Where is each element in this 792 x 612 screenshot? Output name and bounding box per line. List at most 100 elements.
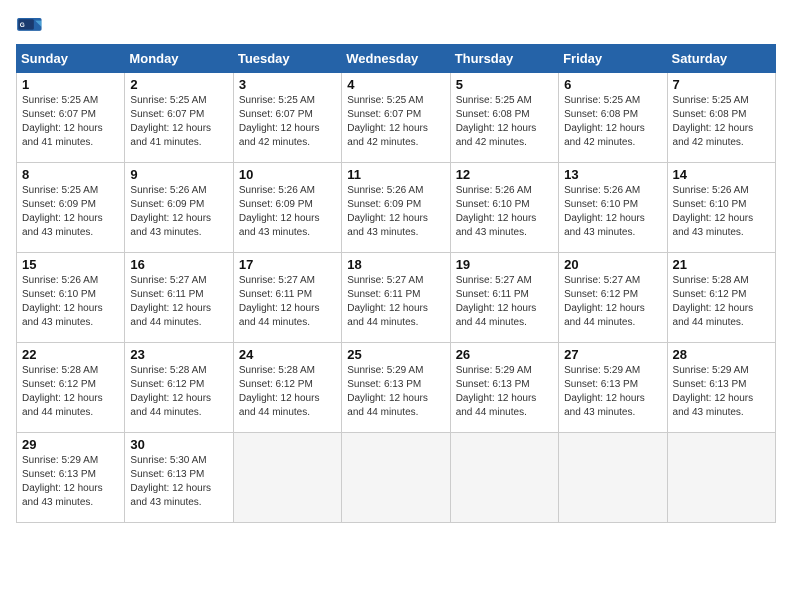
day-number: 27 [564,347,661,362]
day-number: 20 [564,257,661,272]
day-number: 12 [456,167,553,182]
calendar-day-cell: 6 Sunrise: 5:25 AM Sunset: 6:08 PM Dayli… [559,73,667,163]
day-detail: Sunrise: 5:29 AM Sunset: 6:13 PM Dayligh… [564,364,661,420]
day-number: 6 [564,77,661,92]
general-blue-icon: G [16,18,44,36]
day-number: 2 [130,77,227,92]
calendar-week-row: 1 Sunrise: 5:25 AM Sunset: 6:07 PM Dayli… [17,73,776,163]
logo: G [16,16,48,36]
day-number: 7 [673,77,770,92]
calendar-day-cell: 22 Sunrise: 5:28 AM Sunset: 6:12 PM Dayl… [17,343,125,433]
day-detail: Sunrise: 5:30 AM Sunset: 6:13 PM Dayligh… [130,454,227,510]
day-detail: Sunrise: 5:29 AM Sunset: 6:13 PM Dayligh… [673,364,770,420]
day-header-tuesday: Tuesday [233,45,341,73]
day-detail: Sunrise: 5:27 AM Sunset: 6:12 PM Dayligh… [564,274,661,330]
day-number: 5 [456,77,553,92]
day-detail: Sunrise: 5:26 AM Sunset: 6:10 PM Dayligh… [564,184,661,240]
calendar-day-cell: 2 Sunrise: 5:25 AM Sunset: 6:07 PM Dayli… [125,73,233,163]
day-number: 21 [673,257,770,272]
calendar-week-row: 22 Sunrise: 5:28 AM Sunset: 6:12 PM Dayl… [17,343,776,433]
calendar-day-cell [450,433,558,523]
day-detail: Sunrise: 5:25 AM Sunset: 6:07 PM Dayligh… [130,94,227,150]
header: G [16,16,776,36]
day-detail: Sunrise: 5:28 AM Sunset: 6:12 PM Dayligh… [22,364,119,420]
calendar-day-cell: 21 Sunrise: 5:28 AM Sunset: 6:12 PM Dayl… [667,253,775,343]
day-header-friday: Friday [559,45,667,73]
day-number: 25 [347,347,444,362]
day-detail: Sunrise: 5:26 AM Sunset: 6:09 PM Dayligh… [130,184,227,240]
calendar-day-cell: 19 Sunrise: 5:27 AM Sunset: 6:11 PM Dayl… [450,253,558,343]
day-detail: Sunrise: 5:27 AM Sunset: 6:11 PM Dayligh… [347,274,444,330]
calendar-day-cell: 11 Sunrise: 5:26 AM Sunset: 6:09 PM Dayl… [342,163,450,253]
day-detail: Sunrise: 5:26 AM Sunset: 6:10 PM Dayligh… [22,274,119,330]
calendar-day-cell: 4 Sunrise: 5:25 AM Sunset: 6:07 PM Dayli… [342,73,450,163]
day-detail: Sunrise: 5:26 AM Sunset: 6:09 PM Dayligh… [347,184,444,240]
calendar-week-row: 15 Sunrise: 5:26 AM Sunset: 6:10 PM Dayl… [17,253,776,343]
day-header-thursday: Thursday [450,45,558,73]
calendar-week-row: 8 Sunrise: 5:25 AM Sunset: 6:09 PM Dayli… [17,163,776,253]
day-number: 15 [22,257,119,272]
day-detail: Sunrise: 5:25 AM Sunset: 6:08 PM Dayligh… [564,94,661,150]
day-number: 29 [22,437,119,452]
day-number: 8 [22,167,119,182]
day-detail: Sunrise: 5:26 AM Sunset: 6:10 PM Dayligh… [673,184,770,240]
calendar-day-cell [667,433,775,523]
day-number: 24 [239,347,336,362]
day-detail: Sunrise: 5:28 AM Sunset: 6:12 PM Dayligh… [130,364,227,420]
day-number: 30 [130,437,227,452]
day-number: 9 [130,167,227,182]
calendar-day-cell: 15 Sunrise: 5:26 AM Sunset: 6:10 PM Dayl… [17,253,125,343]
day-detail: Sunrise: 5:27 AM Sunset: 6:11 PM Dayligh… [456,274,553,330]
calendar-day-cell: 8 Sunrise: 5:25 AM Sunset: 6:09 PM Dayli… [17,163,125,253]
calendar-day-cell [342,433,450,523]
calendar-day-cell: 3 Sunrise: 5:25 AM Sunset: 6:07 PM Dayli… [233,73,341,163]
day-detail: Sunrise: 5:28 AM Sunset: 6:12 PM Dayligh… [239,364,336,420]
day-number: 26 [456,347,553,362]
day-number: 4 [347,77,444,92]
calendar-day-cell: 23 Sunrise: 5:28 AM Sunset: 6:12 PM Dayl… [125,343,233,433]
day-header-wednesday: Wednesday [342,45,450,73]
day-detail: Sunrise: 5:29 AM Sunset: 6:13 PM Dayligh… [22,454,119,510]
day-detail: Sunrise: 5:25 AM Sunset: 6:08 PM Dayligh… [673,94,770,150]
day-detail: Sunrise: 5:25 AM Sunset: 6:07 PM Dayligh… [239,94,336,150]
calendar-day-cell: 25 Sunrise: 5:29 AM Sunset: 6:13 PM Dayl… [342,343,450,433]
calendar-day-cell: 1 Sunrise: 5:25 AM Sunset: 6:07 PM Dayli… [17,73,125,163]
day-number: 16 [130,257,227,272]
day-header-sunday: Sunday [17,45,125,73]
calendar-week-row: 29 Sunrise: 5:29 AM Sunset: 6:13 PM Dayl… [17,433,776,523]
calendar-day-cell: 9 Sunrise: 5:26 AM Sunset: 6:09 PM Dayli… [125,163,233,253]
day-detail: Sunrise: 5:26 AM Sunset: 6:10 PM Dayligh… [456,184,553,240]
calendar-day-cell: 13 Sunrise: 5:26 AM Sunset: 6:10 PM Dayl… [559,163,667,253]
svg-text:G: G [20,22,25,29]
day-detail: Sunrise: 5:27 AM Sunset: 6:11 PM Dayligh… [130,274,227,330]
day-detail: Sunrise: 5:29 AM Sunset: 6:13 PM Dayligh… [456,364,553,420]
calendar-day-cell: 14 Sunrise: 5:26 AM Sunset: 6:10 PM Dayl… [667,163,775,253]
day-detail: Sunrise: 5:25 AM Sunset: 6:07 PM Dayligh… [347,94,444,150]
calendar-day-cell: 7 Sunrise: 5:25 AM Sunset: 6:08 PM Dayli… [667,73,775,163]
day-number: 13 [564,167,661,182]
calendar-day-cell: 27 Sunrise: 5:29 AM Sunset: 6:13 PM Dayl… [559,343,667,433]
day-header-monday: Monday [125,45,233,73]
day-number: 14 [673,167,770,182]
calendar-day-cell: 26 Sunrise: 5:29 AM Sunset: 6:13 PM Dayl… [450,343,558,433]
calendar-day-cell: 20 Sunrise: 5:27 AM Sunset: 6:12 PM Dayl… [559,253,667,343]
day-number: 11 [347,167,444,182]
day-detail: Sunrise: 5:25 AM Sunset: 6:07 PM Dayligh… [22,94,119,150]
day-detail: Sunrise: 5:27 AM Sunset: 6:11 PM Dayligh… [239,274,336,330]
calendar-table: SundayMondayTuesdayWednesdayThursdayFrid… [16,44,776,523]
calendar-day-cell: 12 Sunrise: 5:26 AM Sunset: 6:10 PM Dayl… [450,163,558,253]
day-header-saturday: Saturday [667,45,775,73]
calendar-day-cell: 10 Sunrise: 5:26 AM Sunset: 6:09 PM Dayl… [233,163,341,253]
day-detail: Sunrise: 5:28 AM Sunset: 6:12 PM Dayligh… [673,274,770,330]
calendar-day-cell: 5 Sunrise: 5:25 AM Sunset: 6:08 PM Dayli… [450,73,558,163]
day-number: 18 [347,257,444,272]
calendar-day-cell: 29 Sunrise: 5:29 AM Sunset: 6:13 PM Dayl… [17,433,125,523]
calendar-day-cell [233,433,341,523]
calendar-day-cell: 24 Sunrise: 5:28 AM Sunset: 6:12 PM Dayl… [233,343,341,433]
calendar-day-cell: 18 Sunrise: 5:27 AM Sunset: 6:11 PM Dayl… [342,253,450,343]
day-number: 3 [239,77,336,92]
calendar-day-cell: 28 Sunrise: 5:29 AM Sunset: 6:13 PM Dayl… [667,343,775,433]
calendar-header-row: SundayMondayTuesdayWednesdayThursdayFrid… [17,45,776,73]
day-detail: Sunrise: 5:26 AM Sunset: 6:09 PM Dayligh… [239,184,336,240]
day-detail: Sunrise: 5:29 AM Sunset: 6:13 PM Dayligh… [347,364,444,420]
